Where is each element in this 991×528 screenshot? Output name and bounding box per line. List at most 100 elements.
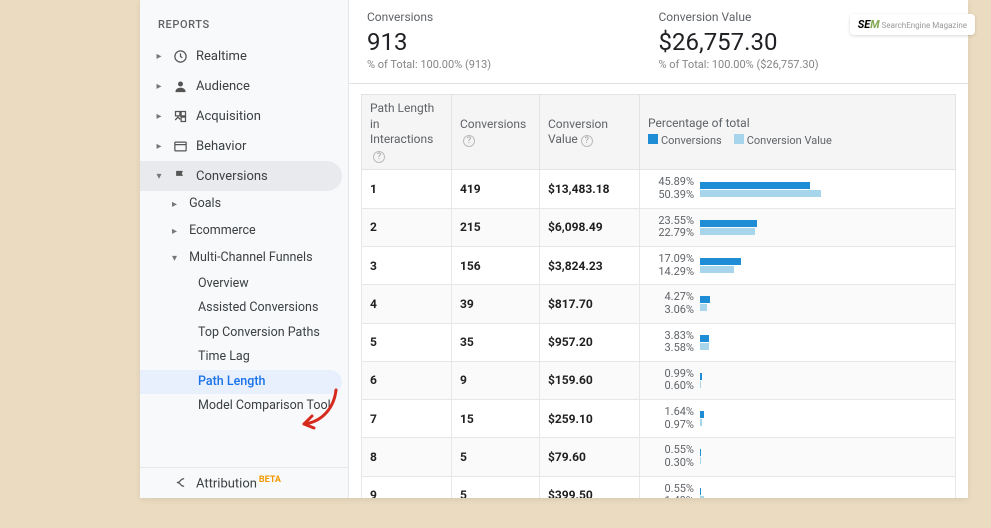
bar-conversion-value [700,304,707,311]
cell-conversions: 419 [452,170,540,208]
bar-conversion-value [700,457,701,464]
cell-path: 7 [362,400,452,438]
person-icon [172,78,188,94]
bar-conversions [700,335,709,342]
table-row[interactable]: 95$399.500.55%1.49% [362,476,956,498]
cell-conversion-value: $6,098.49 [540,208,640,246]
sidebar-mcf-timelag[interactable]: Time Lag [140,345,348,370]
chevron-right-icon: ▸ [172,198,182,212]
score-label: Conversions [367,10,659,24]
cell-percentage: 17.09%14.29% [640,246,956,284]
table-row[interactable]: 85$79.600.55%0.30% [362,438,956,476]
sidebar-item-label: Behavior [196,139,246,154]
beta-badge: BETA [259,475,281,485]
sidebar-item-label: Attribution [196,476,257,491]
cell-percentage: 23.55%22.79% [640,208,956,246]
bar-conversion-value [700,190,821,197]
cell-path: 8 [362,438,452,476]
sidebar-sub-ecommerce[interactable]: ▸ Ecommerce [140,218,348,245]
cell-percentage: 0.55%0.30% [640,438,956,476]
cell-conversion-value: $817.70 [540,285,640,323]
help-icon[interactable]: ? [581,135,593,147]
cell-conversion-value: $259.10 [540,400,640,438]
sidebar-item-label: Conversions [196,169,268,184]
th-percentage: Percentage of total Conversions Conversi… [640,95,956,170]
table-row[interactable]: 1419$13,483.1845.89%50.39% [362,170,956,208]
bar-conversions [700,258,741,265]
table-wrap: Path Length in Interactions? Conversions… [349,84,968,498]
sidebar-sub-label: Multi-Channel Funnels [189,250,312,265]
cell-path: 6 [362,361,452,399]
table-row[interactable]: 535$957.203.83%3.58% [362,323,956,361]
cell-conversions: 5 [452,438,540,476]
bar-conversions [700,182,810,189]
watermark-badge: SEMSearchEngine Magazine [850,14,975,35]
chevron-right-icon: ▸ [172,225,182,239]
cell-conversions: 9 [452,361,540,399]
bar-conversion-value [700,228,755,235]
table-row[interactable]: 715$259.101.64%0.97% [362,400,956,438]
cell-path: 5 [362,323,452,361]
sidebar-item-acquisition[interactable]: ▸ Acquisition [140,101,348,131]
cell-conversions: 215 [452,208,540,246]
score-sub: % of Total: 100.00% ($26,757.30) [659,58,951,71]
cell-percentage: 0.55%1.49% [640,476,956,498]
sidebar-section-title: REPORTS [140,0,348,41]
cell-conversion-value: $159.60 [540,361,640,399]
sidebar-mcf-topconv[interactable]: Top Conversion Paths [140,321,348,346]
bar-conversions [700,488,701,495]
cell-conversion-value: $957.20 [540,323,640,361]
bar-conversions [700,411,704,418]
cell-conversion-value: $399.50 [540,476,640,498]
app-frame: REPORTS ▸ Realtime ▸ Audience ▸ Acquisit… [140,0,968,498]
sidebar-item-label: Realtime [196,49,247,64]
cell-conversion-value: $79.60 [540,438,640,476]
table-row[interactable]: 3156$3,824.2317.09%14.29% [362,246,956,284]
bar-conversion-value [700,496,704,498]
sidebar-sub-goals[interactable]: ▸ Goals [140,191,348,218]
attribution-icon [172,475,188,491]
cell-conversions: 35 [452,323,540,361]
sidebar-item-realtime[interactable]: ▸ Realtime [140,41,348,71]
sidebar-item-conversions[interactable]: ▾ Conversions [140,161,342,191]
cell-percentage: 4.27%3.06% [640,285,956,323]
th-conversions[interactable]: Conversions? [452,95,540,170]
scorecard-conversions: Conversions 913 % of Total: 100.00% (913… [367,10,659,71]
th-conversion-value[interactable]: Conversion Value? [540,95,640,170]
help-icon[interactable]: ? [463,135,475,147]
sidebar-item-label: Acquisition [196,109,261,124]
bar-conversions [700,449,701,456]
table-row[interactable]: 2215$6,098.4923.55%22.79% [362,208,956,246]
cell-conversions: 15 [452,400,540,438]
table-row[interactable]: 439$817.704.27%3.06% [362,285,956,323]
sidebar-mcf-overview[interactable]: Overview [140,272,348,297]
bar-conversion-value [700,343,709,350]
sidebar-item-attribution[interactable]: AttributionBETA [140,467,348,498]
bar-conversions [700,373,702,380]
th-path[interactable]: Path Length in Interactions? [362,95,452,170]
chevron-right-icon: ▸ [154,111,164,122]
cell-path: 9 [362,476,452,498]
sidebar-sub-label: Goals [189,196,221,211]
sidebar-mcf-modelcomp[interactable]: Model Comparison Tool [140,394,348,419]
sidebar-item-label: Audience [196,79,250,94]
sidebar-mcf-pathlength[interactable]: Path Length [140,370,342,395]
bar-conversion-value [700,381,701,388]
bar-conversions [700,220,757,227]
cell-path: 1 [362,170,452,208]
chart-legend: Conversions Conversion Value [648,134,947,148]
chevron-down-icon: ▾ [172,252,182,266]
cell-conversion-value: $13,483.18 [540,170,640,208]
help-icon[interactable]: ? [373,151,385,163]
cell-path: 2 [362,208,452,246]
score-value: 913 [367,28,659,56]
cell-percentage: 3.83%3.58% [640,323,956,361]
table-row[interactable]: 69$159.600.99%0.60% [362,361,956,399]
chevron-right-icon: ▸ [154,141,164,152]
sidebar-mcf-assisted[interactable]: Assisted Conversions [140,296,348,321]
clock-icon [172,48,188,64]
sidebar-item-behavior[interactable]: ▸ Behavior [140,131,348,161]
cell-percentage: 1.64%0.97% [640,400,956,438]
sidebar-sub-mcf[interactable]: ▾ Multi-Channel Funnels [140,245,348,272]
sidebar-item-audience[interactable]: ▸ Audience [140,71,348,101]
